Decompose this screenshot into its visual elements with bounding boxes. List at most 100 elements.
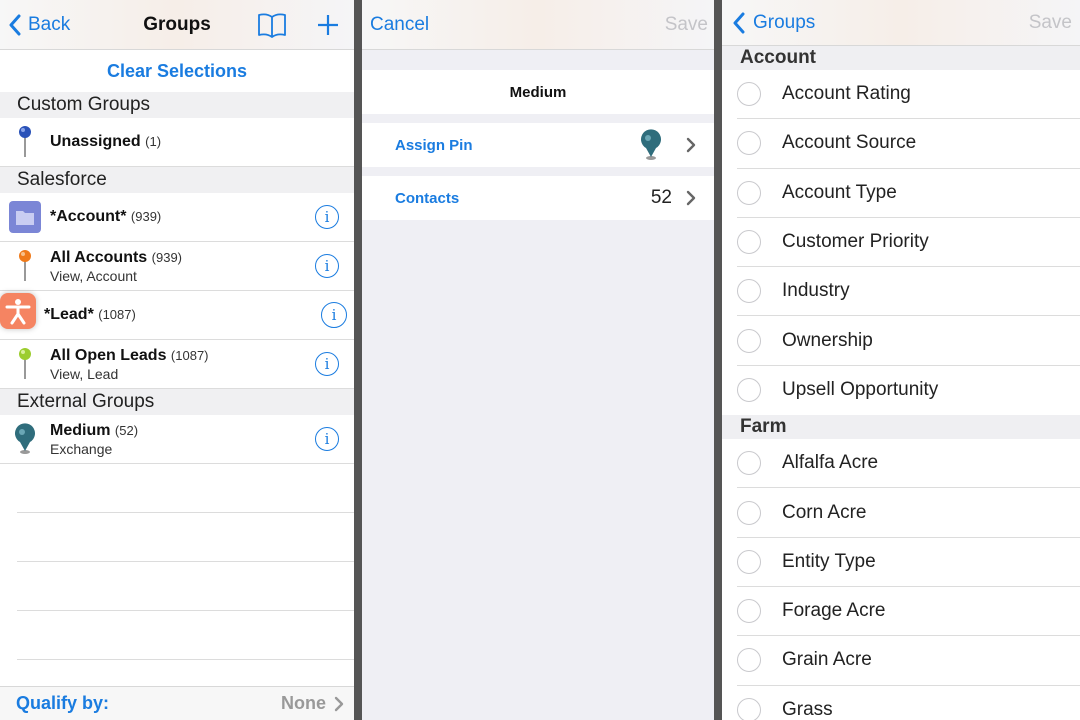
back-label: Back [28,14,71,35]
groups-navbar: Back Groups [0,0,354,50]
field-label: Grass [782,698,833,720]
field-row[interactable]: Grain Acre [737,636,1080,686]
radio-button[interactable] [737,82,761,107]
field-label: Grain Acre [782,649,872,671]
field-row[interactable]: Corn Acre [737,488,1080,538]
chevron-right-icon [686,137,696,153]
field-label: Alfalfa Acre [782,452,879,474]
group-row-medium[interactable]: Medium (52) Exchange i [0,415,354,464]
section-header: Account [722,46,1080,70]
pin-green-icon [0,340,50,389]
field-label: Account Type [782,181,897,203]
save-button[interactable]: Save [665,0,708,50]
radio-button[interactable] [737,131,761,156]
group-row-all-open-leads[interactable]: All Open Leads (1087) View, Lead i [0,340,354,389]
field-label: Industry [782,280,850,302]
assign-pin-label: Assign Pin [395,136,473,154]
group-subtitle: View, Account [50,267,137,284]
chevron-right-icon [334,696,344,711]
radio-button[interactable] [737,279,761,304]
pin-orange-icon [0,242,50,291]
field-label: Upsell Opportunity [782,379,939,401]
radio-button[interactable] [737,599,761,624]
info-icon[interactable]: i [315,427,339,451]
section-header: External Groups [0,389,354,415]
info-icon[interactable]: i [315,254,339,278]
folder-icon [0,193,50,242]
contacts-count: 52 [650,187,672,208]
group-name: *Account* [50,208,127,225]
radio-button[interactable] [737,378,761,403]
field-row[interactable]: Alfalfa Acre [737,439,1080,489]
group-row-unassigned[interactable]: Unassigned (1) [0,118,354,167]
group-row-account[interactable]: *Account* (939) i [0,193,354,242]
field-row[interactable]: Entity Type [737,538,1080,587]
field-row[interactable]: Grass [737,686,1080,720]
section-header: Custom Groups [0,92,354,118]
group-name: Unassigned [50,133,141,150]
pin-teal-icon [0,415,50,464]
pin-blue-icon [0,118,50,167]
assign-pin-row[interactable]: Assign Pin [362,123,714,167]
empty-row [17,464,354,513]
book-button[interactable] [257,0,287,50]
field-row[interactable]: Account Source [737,119,1080,169]
group-count: (1087) [98,307,136,322]
qualify-label: Qualify by: [16,693,110,713]
section-header: Farm [722,415,1080,440]
group-count: (939) [130,209,162,224]
info-icon[interactable]: i [315,205,339,229]
field-label: Ownership [782,329,873,351]
field-label: Forage Acre [782,600,886,622]
chevron-left-icon [9,14,21,36]
contacts-label: Contacts [395,189,460,207]
clear-selections-button[interactable]: Clear Selections [0,50,354,92]
group-row-all-accounts[interactable]: All Accounts (939) View, Account i [0,242,354,291]
field-row[interactable]: Forage Acre [737,587,1080,637]
group-count: (1) [145,134,162,149]
radio-button[interactable] [737,500,761,525]
field-row[interactable]: Account Rating [737,70,1080,120]
field-row[interactable]: Upsell Opportunity [737,366,1080,415]
section-header: Salesforce [0,167,354,193]
radio-button[interactable] [737,549,761,574]
radio-button[interactable] [737,180,761,205]
field-label: Account Source [782,132,917,154]
fields-navbar: Groups Save [722,0,1080,46]
back-label: Groups [753,12,816,33]
groups-back-button[interactable]: Groups [732,0,815,46]
field-row[interactable]: Account Type [737,169,1080,218]
group-name: Medium [50,421,111,439]
qualify-by-row[interactable]: Qualify by: None [0,686,354,720]
group-name: *Lead* [44,306,94,323]
cancel-button[interactable]: Cancel [370,0,429,50]
back-button[interactable]: Back [8,0,70,50]
field-label: Entity Type [782,550,876,572]
field-row[interactable]: Customer Priority [737,218,1080,268]
radio-button[interactable] [737,230,761,255]
field-label: Customer Priority [782,231,929,253]
field-row[interactable]: Ownership [737,316,1080,366]
info-icon[interactable]: i [315,352,339,376]
add-button[interactable] [317,0,339,50]
field-label: Account Rating [782,83,911,105]
group-count: (52) [114,422,139,438]
radio-button[interactable] [737,648,761,673]
qualify-value: None [281,693,326,713]
info-icon[interactable]: i [321,302,347,328]
empty-row [17,513,354,562]
group-count: (1087) [170,347,209,363]
plus-icon [318,15,338,35]
radio-button[interactable] [737,328,761,353]
group-title: Medium [362,70,714,114]
field-row[interactable]: Industry [737,267,1080,317]
save-button[interactable]: Save [1029,0,1072,46]
field-label: Corn Acre [782,501,867,523]
group-row-lead[interactable]: *Lead* (1087) i [0,291,354,340]
radio-button[interactable] [737,697,761,720]
accessibility-icon[interactable] [0,293,36,329]
radio-button[interactable] [737,451,761,476]
empty-row [17,611,354,660]
contacts-row[interactable]: Contacts 52 [362,176,714,220]
chevron-left-icon [733,12,745,34]
